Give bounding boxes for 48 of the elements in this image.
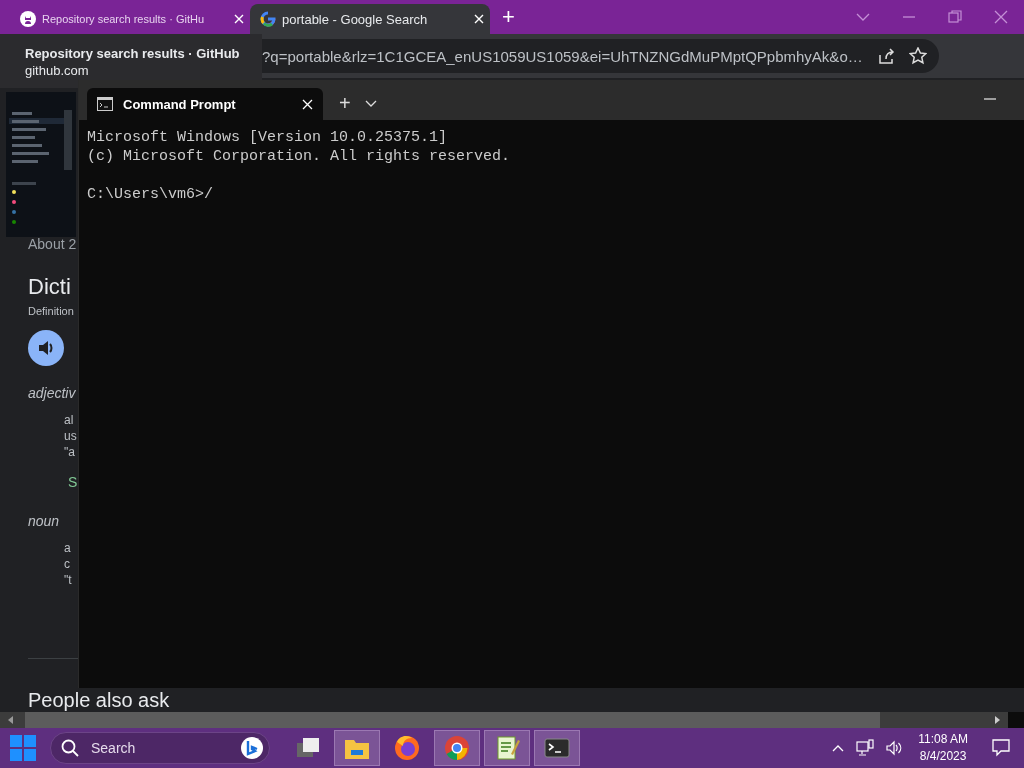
page-title: Repository search results · GitHub — [25, 46, 241, 62]
chevron-up-icon[interactable] — [832, 744, 845, 752]
definition-text: c — [64, 556, 70, 572]
star-icon[interactable] — [908, 47, 927, 65]
chrome-icon — [443, 734, 471, 762]
restore-icon[interactable] — [948, 10, 962, 24]
definition-text: "a — [64, 444, 75, 460]
bing-logo-icon — [241, 737, 263, 759]
taskbar-app-button[interactable] — [534, 730, 580, 766]
notification-icon[interactable] — [992, 739, 1010, 757]
terminal-tab[interactable]: Command Prompt — [87, 88, 323, 120]
console-text: Microsoft Windows [Version 10.0.25375.1] — [87, 128, 449, 147]
speaker-button[interactable] — [28, 330, 64, 366]
network-icon[interactable] — [856, 739, 875, 757]
section-heading: Dicti — [28, 274, 71, 300]
share-icon[interactable] — [876, 47, 895, 65]
browser-tab[interactable]: portable - Google Search — [250, 4, 490, 34]
volume-icon[interactable] — [886, 740, 903, 756]
new-tab-button[interactable]: + — [502, 4, 515, 30]
definition-text: "t — [64, 572, 72, 588]
taskbar-app-button[interactable] — [434, 730, 480, 766]
taskbar-app-button[interactable] — [334, 730, 380, 766]
subtitle: Definition — [28, 304, 74, 318]
clock-time[interactable]: 11:08 AM — [918, 731, 968, 748]
new-tab-button[interactable]: + — [339, 92, 351, 114]
definition-text: a — [64, 540, 71, 556]
browser-tab[interactable]: Repository search results · GitHu — [10, 4, 250, 34]
taskbar-app-button[interactable] — [484, 730, 530, 766]
definition-text: us — [64, 428, 77, 444]
clock-date[interactable]: 8/4/2023 — [919, 748, 967, 765]
address-bar[interactable]: ?q=portable&rlz=1C1GCEA_enUS1059US1059&ei=UhTNZNGdMuPMptQPpbmhyAk&o… — [262, 39, 939, 73]
console-text: (c) Microsoft Corporation. All rights reserved. — [87, 147, 512, 166]
google-logo-icon — [260, 11, 276, 27]
result-count: About 2 — [28, 236, 77, 252]
console-icon — [97, 97, 113, 111]
search-bar[interactable]: Search — [50, 732, 270, 764]
search-icon — [61, 739, 79, 757]
section-heading: People also ask — [28, 688, 170, 712]
definition-text: al — [64, 412, 74, 428]
console-text: C:\Users\vm6>/ — [87, 185, 215, 204]
part-of-speech: noun — [28, 512, 60, 530]
page-url: github.com — [25, 62, 90, 80]
synonyms-link[interactable]: S — [68, 474, 78, 490]
windows-logo-icon[interactable] — [10, 735, 36, 761]
scrollbar-thumb[interactable] — [25, 712, 880, 728]
part-of-speech: adjectiv — [28, 384, 76, 402]
scrollbar-corner — [1008, 712, 1024, 728]
search-input[interactable]: Search — [89, 739, 231, 757]
